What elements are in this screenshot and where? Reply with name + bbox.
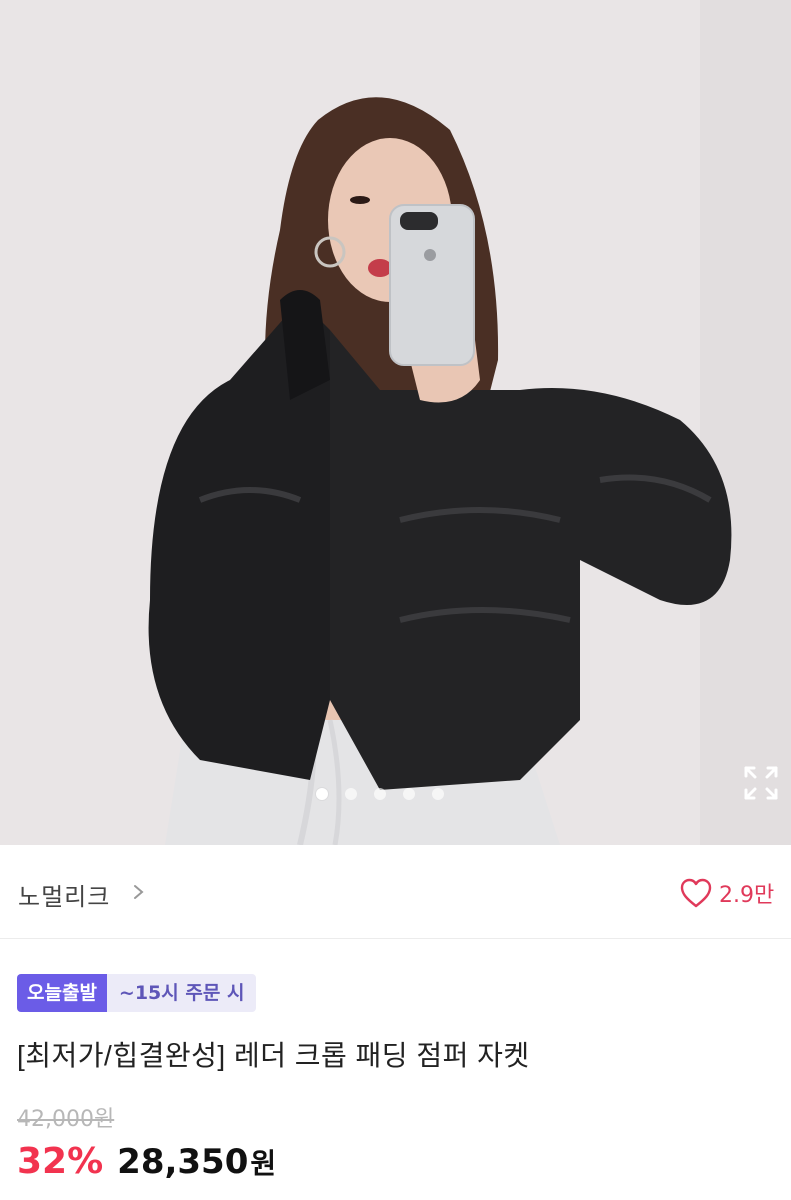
like-button[interactable]: 2.9만 — [671, 871, 791, 915]
delivery-tags: 오늘출발 ~15시 주문 시 — [17, 974, 257, 1012]
carousel-indicator — [316, 788, 444, 800]
product-image-carousel[interactable] — [0, 0, 791, 845]
carousel-dot[interactable] — [432, 788, 444, 800]
currency-unit: 원 — [250, 1147, 277, 1180]
today-shipping-badge: 오늘출발 — [17, 974, 107, 1012]
original-price: 42,000원 — [17, 1107, 115, 1132]
expand-icon — [744, 766, 778, 800]
product-photo — [0, 0, 791, 845]
carousel-dot[interactable] — [345, 788, 357, 800]
like-count: 2.9만 — [719, 883, 775, 908]
heart-outline-icon — [680, 878, 712, 908]
expand-image-button[interactable] — [738, 760, 784, 806]
carousel-dot[interactable] — [374, 788, 386, 800]
product-title: [최저가/힙결완성] 레더 크롭 패딩 점퍼 자켓 — [17, 1040, 530, 1071]
chevron-right-icon[interactable] — [132, 883, 146, 901]
carousel-dot[interactable] — [403, 788, 415, 800]
price-row: 32% 28,350 원 — [17, 1141, 276, 1182]
brand-name-link[interactable]: 노멀리크 — [18, 877, 110, 912]
sale-price: 28,350 — [117, 1142, 249, 1182]
order-cutoff-badge: ~15시 주문 시 — [106, 974, 257, 1012]
carousel-dot[interactable] — [316, 788, 328, 800]
discount-rate: 32% — [17, 1141, 104, 1182]
brand-row: 노멀리크 2.9만 — [0, 845, 791, 939]
